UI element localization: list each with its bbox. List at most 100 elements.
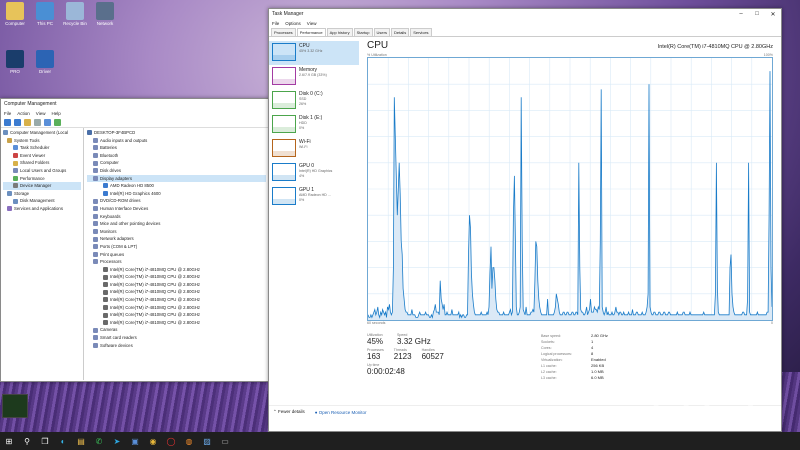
maximize-button[interactable]: □ xyxy=(749,11,765,18)
desktop-icon[interactable]: PRO xyxy=(2,50,28,74)
menu-item[interactable]: Help xyxy=(51,111,60,116)
device-node[interactable]: DVD/CD-ROM drives xyxy=(87,197,266,205)
tree-item[interactable]: System Tools xyxy=(3,137,81,145)
back-icon[interactable] xyxy=(4,118,11,126)
perf-side-cpu[interactable]: CPU 45% 3.32 GHz xyxy=(269,41,359,65)
tree-item[interactable]: Disk Management xyxy=(3,197,81,205)
photos-icon[interactable]: ▨ xyxy=(201,435,213,447)
tree-item[interactable]: Device Manager xyxy=(3,182,81,190)
tm-titlebar[interactable]: Task Manager – □ ✕ xyxy=(269,9,781,19)
up-icon[interactable] xyxy=(24,118,31,126)
tree-item-label: Disk Management xyxy=(20,198,55,204)
menu-item[interactable]: View xyxy=(36,111,46,116)
refresh-icon[interactable] xyxy=(54,118,61,126)
tab-app-history[interactable]: App history xyxy=(326,28,353,36)
search-icon[interactable]: ⚲ xyxy=(21,435,33,447)
edge-icon[interactable]: ◐ xyxy=(57,435,69,447)
firefox-icon[interactable]: ◍ xyxy=(183,435,195,447)
device-node[interactable]: Smart card readers xyxy=(87,334,266,342)
device-node[interactable]: Monitors xyxy=(87,228,266,236)
tree-item[interactable]: Services and Applications xyxy=(3,205,81,213)
tree-item[interactable]: Computer Management (Local xyxy=(3,129,81,137)
device-node-label: Keyboards xyxy=(100,213,121,219)
desktop-icon[interactable]: Recycle Bin xyxy=(62,2,88,26)
menu-item[interactable]: View xyxy=(307,21,317,26)
device-node[interactable]: Bluetooth xyxy=(87,152,266,160)
desktop-icon[interactable]: This PC xyxy=(32,2,58,26)
device-node[interactable]: Disk drives xyxy=(87,167,266,175)
util-value: 45% xyxy=(367,337,384,346)
sparkline xyxy=(272,67,296,85)
device-node[interactable]: Human Interface Devices xyxy=(87,205,266,213)
help-icon[interactable] xyxy=(44,118,51,126)
menu-item[interactable]: File xyxy=(4,111,11,116)
device-node[interactable]: Keyboards xyxy=(87,213,266,221)
device-node[interactable]: Print queues xyxy=(87,251,266,259)
desktop-icon[interactable]: Network xyxy=(92,2,118,26)
perf-side-disk-1-e-[interactable]: Disk 1 (E:) HDD 0% xyxy=(269,113,359,137)
device-node[interactable]: Intel(R) Core(TM) i7-4810MQ CPU @ 2.80GH… xyxy=(87,296,266,304)
tree-item[interactable]: Performance xyxy=(3,175,81,183)
perf-side-memory[interactable]: Memory 2.6/7.9 GB (33%) xyxy=(269,65,359,89)
tab-performance[interactable]: Performance xyxy=(296,28,326,36)
device-root[interactable]: DESKTOP-3F4BPCD xyxy=(87,129,266,137)
fewer-details-button[interactable]: ⌃ Fewer details xyxy=(273,409,305,415)
menu-item[interactable]: File xyxy=(272,21,279,26)
perf-side-gpu-0[interactable]: GPU 0 Intel(R) HD Graphics 4% xyxy=(269,161,359,185)
device-node[interactable]: Intel(R) Core(TM) i7-4810MQ CPU @ 2.80GH… xyxy=(87,304,266,312)
tree-item[interactable]: Local Users and Groups xyxy=(3,167,81,175)
telegram-icon[interactable]: ➤ xyxy=(111,435,123,447)
device-node[interactable]: Network adapters xyxy=(87,235,266,243)
tab-services[interactable]: Services xyxy=(410,28,432,36)
menu-item[interactable]: Options xyxy=(285,21,301,26)
tab-details[interactable]: Details xyxy=(390,28,410,36)
desktop-icon[interactable]: Driver xyxy=(32,50,58,74)
minimize-button[interactable]: – xyxy=(733,11,749,18)
device-node[interactable]: Intel(R) Core(TM) i7-4810MQ CPU @ 2.80GH… xyxy=(87,288,266,296)
device-node[interactable]: Display adapters xyxy=(87,174,266,183)
opera-icon[interactable]: ◯ xyxy=(165,435,177,447)
properties-icon[interactable] xyxy=(34,118,41,126)
device-node[interactable]: Intel(R) Core(TM) i7-4810MQ CPU @ 2.80GH… xyxy=(87,273,266,281)
device-node[interactable]: Batteries xyxy=(87,144,266,152)
device-node-label: Intel(R) Core(TM) i7-4810MQ CPU @ 2.80GH… xyxy=(110,312,201,318)
device-node[interactable]: Software devices xyxy=(87,342,266,350)
taskview-icon[interactable]: ❐ xyxy=(39,435,51,447)
open-resource-monitor-link[interactable]: ● Open Resource Monitor xyxy=(315,410,367,415)
device-node[interactable]: Ports (COM & LPT) xyxy=(87,243,266,251)
tree-item[interactable]: Event Viewer xyxy=(3,152,81,160)
device-node[interactable]: Cameras xyxy=(87,326,266,334)
tab-processes[interactable]: Processes xyxy=(271,28,296,36)
tree-item[interactable]: Shared Folders xyxy=(3,159,81,167)
tree-item[interactable]: Task Scheduler xyxy=(3,144,81,152)
device-node[interactable]: Processors xyxy=(87,258,266,266)
whatsapp-icon[interactable]: ✆ xyxy=(93,435,105,447)
device-node[interactable]: Intel(R) Core(TM) i7-4810MQ CPU @ 2.80GH… xyxy=(87,266,266,274)
chrome-icon[interactable]: ◉ xyxy=(147,435,159,447)
device-node[interactable]: Intel(R) Core(TM) i7-4810MQ CPU @ 2.80GH… xyxy=(87,311,266,319)
terminal-icon[interactable]: ▭ xyxy=(219,435,231,447)
tab-users[interactable]: Users xyxy=(373,28,390,36)
device-icon xyxy=(103,282,108,288)
device-node[interactable]: Intel(R) Core(TM) i7-4810MQ CPU @ 2.80GH… xyxy=(87,281,266,289)
explorer-icon[interactable]: ▤ xyxy=(75,435,87,447)
device-node[interactable]: Audio inputs and outputs xyxy=(87,137,266,145)
cm-titlebar[interactable]: Computer Management xyxy=(1,99,269,109)
device-node[interactable]: Intel(R) HD Graphics 4600 xyxy=(87,190,266,198)
desktop-icon[interactable]: Computer xyxy=(2,2,28,26)
device-icon xyxy=(93,244,98,250)
device-node[interactable]: AMD Radeon HD 8500 xyxy=(87,182,266,190)
device-node[interactable]: Intel(R) Core(TM) i7-4810MQ CPU @ 2.80GH… xyxy=(87,319,266,327)
windows-icon[interactable]: ⊞ xyxy=(3,435,15,447)
forward-icon[interactable] xyxy=(14,118,21,126)
close-button[interactable]: ✕ xyxy=(765,11,781,18)
perf-side-disk-0-c-[interactable]: Disk 0 (C:) SSD 26% xyxy=(269,89,359,113)
menu-item[interactable]: Action xyxy=(17,111,30,116)
store-icon[interactable]: ▣ xyxy=(129,435,141,447)
tab-startup[interactable]: Startup xyxy=(353,28,373,36)
device-node[interactable]: Mice and other pointing devices xyxy=(87,220,266,228)
perf-side-wi-fi[interactable]: Wi-Fi Wi-Fi xyxy=(269,137,359,161)
perf-side-gpu-1[interactable]: GPU 1 AMD Radeon HD ... 0% xyxy=(269,185,359,209)
tree-item[interactable]: Storage xyxy=(3,190,81,198)
device-node[interactable]: Computer xyxy=(87,159,266,167)
